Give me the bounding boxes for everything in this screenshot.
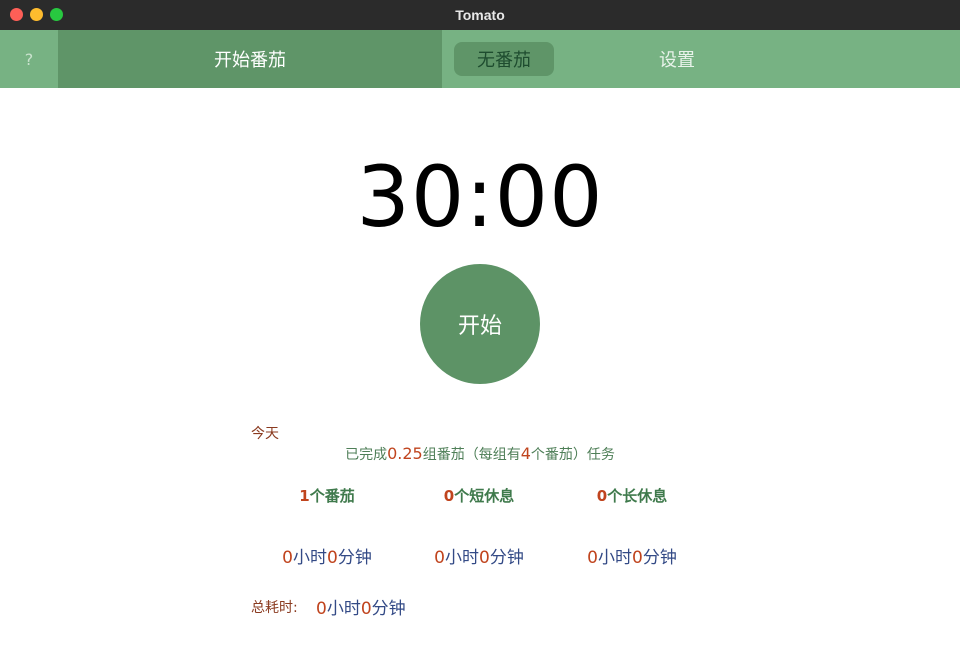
tab-bar: ? 开始番茄 无番茄 设置: [0, 30, 960, 88]
minute-unit: 分钟: [337, 548, 372, 568]
long-break-minutes: 0: [632, 548, 643, 568]
long-break-duration: 0小时0分钟: [557, 543, 707, 568]
long-break-count: 0个长休息: [557, 485, 707, 506]
short-break-duration: 0小时0分钟: [404, 543, 554, 568]
total-time-label: 总耗时:: [251, 600, 298, 616]
window-title: Tomato: [455, 7, 505, 23]
summary-prefix: 已完成: [345, 447, 388, 463]
tomato-duration: 0小时0分钟: [252, 543, 402, 568]
tomato-count-value: 1: [299, 487, 310, 505]
tomato-minutes: 0: [327, 548, 338, 568]
total-hours: 0: [316, 599, 327, 619]
long-break-count-label: 个长休息: [607, 487, 668, 505]
long-break-count-value: 0: [596, 487, 608, 505]
today-label: 今天: [251, 426, 279, 442]
short-break-count: 0个短休息: [404, 485, 554, 506]
hour-unit: 小时: [598, 548, 632, 568]
tab-help[interactable]: ?: [0, 30, 58, 88]
tomato-count-label: 个番茄: [309, 487, 355, 505]
hour-unit: 小时: [293, 548, 327, 568]
total-time-value: 0小时0分钟: [316, 594, 406, 619]
short-break-count-label: 个短休息: [454, 487, 515, 505]
tomato-count: 1个番茄: [252, 485, 402, 506]
minute-unit: 分钟: [642, 548, 677, 568]
total-minutes: 0: [360, 599, 372, 619]
tab-settings[interactable]: 设置: [436, 30, 918, 88]
summary-mid: 组番茄（每组有: [422, 447, 521, 463]
tab-start-tomato[interactable]: 开始番茄: [58, 30, 442, 88]
groups-completed-value: 0.25: [387, 444, 423, 463]
start-button[interactable]: 开始: [420, 264, 540, 384]
minute-unit: 分钟: [489, 548, 524, 568]
minute-unit: 分钟: [371, 599, 406, 619]
timer-display: 30:00: [356, 148, 604, 246]
long-break-hours: 0: [587, 548, 598, 568]
tomato-hours: 0: [282, 548, 293, 568]
summary-suffix: 个番茄）任务: [530, 447, 615, 463]
short-break-hours: 0: [434, 548, 445, 568]
summary-line: 已完成0.25组番茄（每组有4个番茄）任务: [0, 444, 960, 464]
per-group-value: 4: [520, 444, 531, 463]
hour-unit: 小时: [445, 548, 479, 568]
short-break-count-value: 0: [443, 487, 455, 505]
hour-unit: 小时: [326, 599, 361, 619]
short-break-minutes: 0: [479, 548, 490, 568]
window-titlebar: Tomato: [0, 0, 960, 30]
